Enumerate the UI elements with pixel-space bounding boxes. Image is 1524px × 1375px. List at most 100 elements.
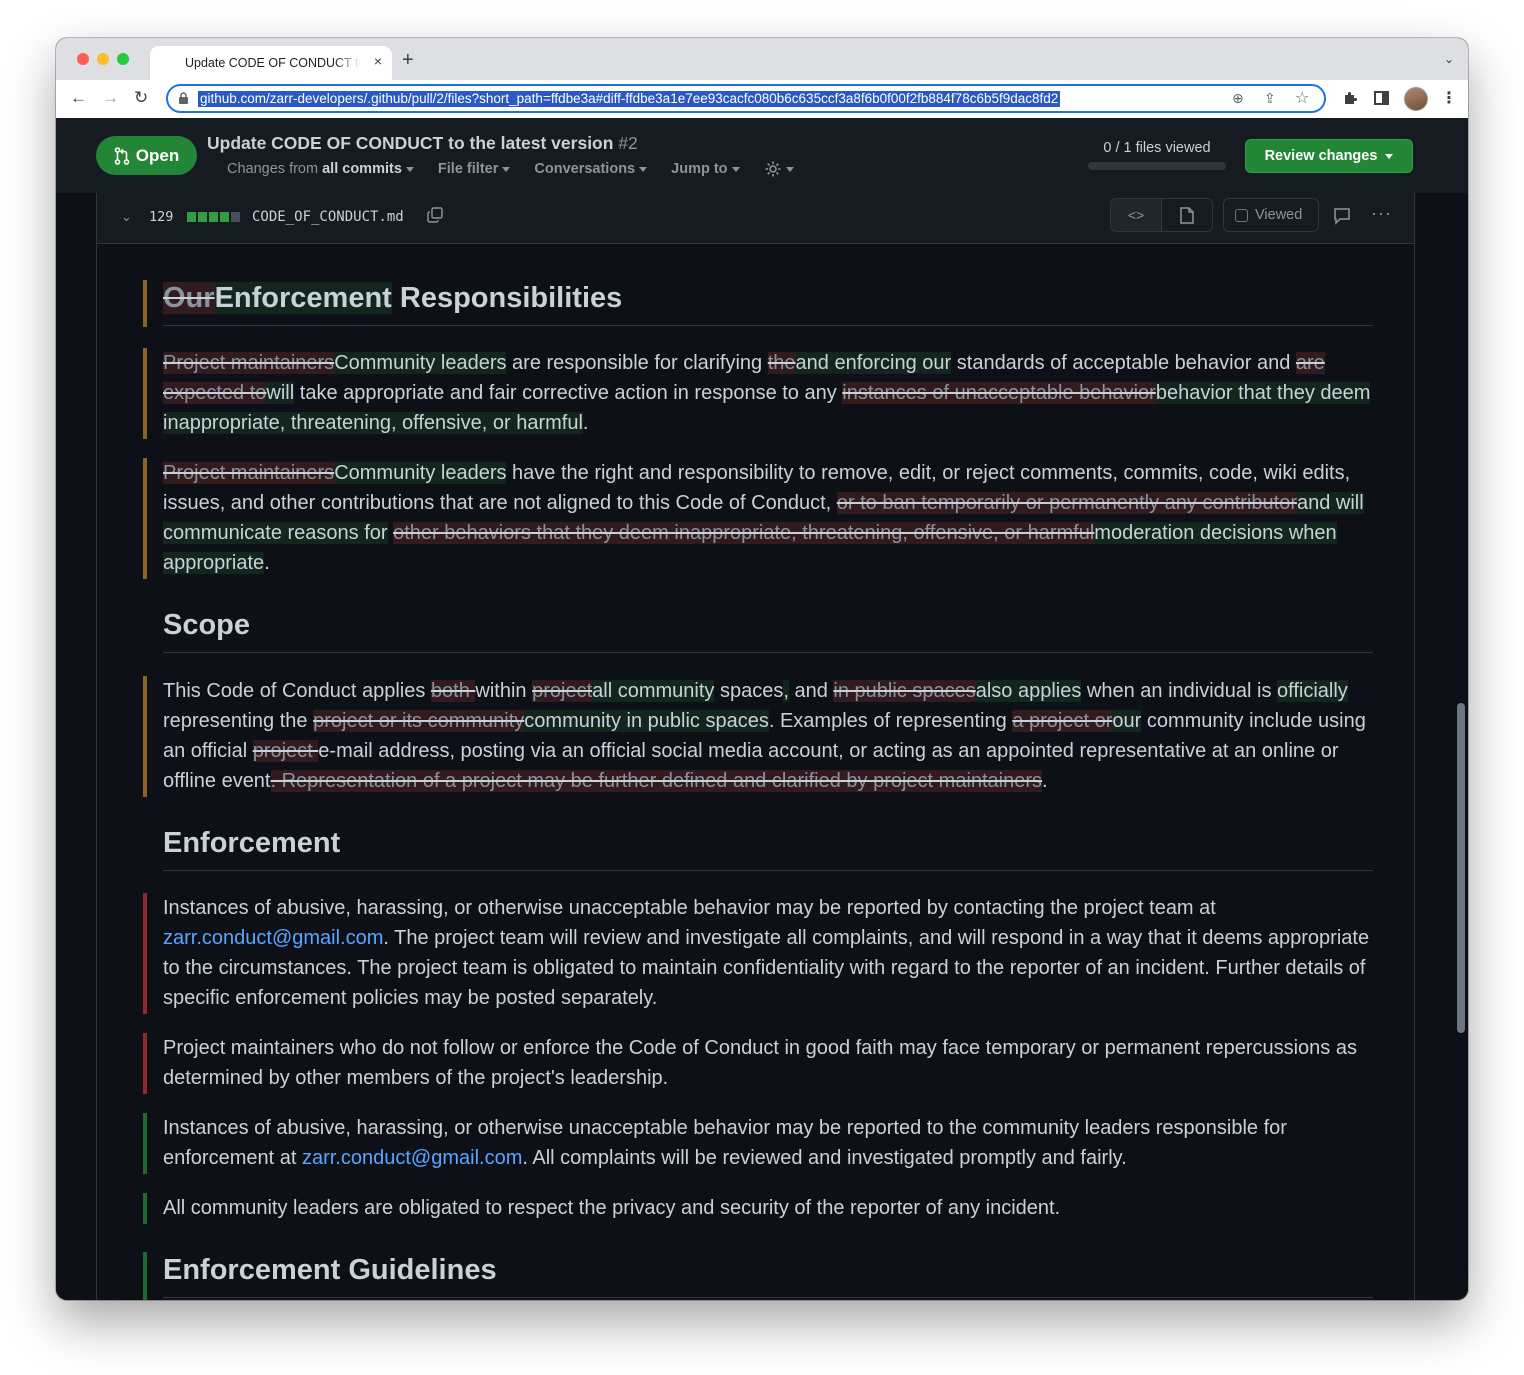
email-link[interactable]: zarr.conduct@gmail.com (163, 927, 383, 949)
paragraph-text: This Code of Conduct applies both within… (163, 676, 1373, 796)
reload-icon[interactable]: ↻ (134, 88, 148, 108)
page-scrollbar[interactable] (1457, 703, 1465, 1033)
chevron-down-icon (639, 166, 648, 172)
files-changed-content: ⌄ 129 CODE_OF_CONDUCT.md <> Viewed ··· O… (56, 193, 1468, 1300)
heading-scope: Scope (163, 607, 1373, 653)
rich-diff-button[interactable] (1162, 199, 1212, 231)
diff-settings-dropdown[interactable] (764, 161, 794, 177)
diff-changes-count: 129 (149, 209, 174, 225)
pr-number: #2 (618, 133, 638, 153)
unchanged-text: . (1042, 770, 1048, 792)
profile-avatar[interactable] (1404, 87, 1428, 111)
bookmark-star-icon[interactable]: ☆ (1295, 88, 1309, 108)
diff-paragraph-enforcement-new-2: All community leaders are obligated to r… (143, 1193, 1373, 1224)
file-filter-dropdown[interactable]: File filter (437, 160, 511, 177)
chevron-down-icon (1385, 153, 1394, 159)
extensions-puzzle-icon[interactable] (1342, 90, 1358, 106)
copy-icon[interactable] (427, 207, 443, 223)
heading-enforcement-guidelines: Enforcement Guidelines (163, 1252, 1373, 1298)
added-text: Community leaders (334, 352, 507, 374)
added-text: also applies (975, 680, 1082, 702)
share-icon[interactable]: ⇪ (1264, 90, 1276, 107)
deleted-text: instances of unacceptable behavior (842, 382, 1156, 404)
browser-tab-active[interactable]: Update CODE OF CONDUCT to the latest ver… (150, 46, 392, 80)
deleted-text: in public spaces (833, 680, 976, 702)
deleted-text: a project or (1012, 710, 1113, 732)
pr-sticky-header: Open Update CODE OF CONDUCT to the lates… (56, 118, 1468, 194)
url-text[interactable]: github.com/zarr-developers/.github/pull/… (198, 91, 1061, 107)
review-changes-button[interactable]: Review changes (1245, 139, 1413, 173)
tab-search-icon[interactable]: ⌄ (1444, 52, 1454, 66)
deleted-text: project (252, 740, 319, 762)
new-tab-button[interactable]: + (402, 50, 414, 70)
pr-title[interactable]: Update CODE OF CONDUCT to the latest ver… (207, 133, 638, 154)
heading-responsibilities: OurEnforcement Responsibilities (163, 280, 1373, 326)
collapse-chevron-icon[interactable]: ⌄ (121, 209, 132, 225)
unchanged-text: Responsibilities (391, 282, 623, 314)
unchanged-text: take appropriate and fair corrective act… (294, 382, 843, 404)
email-link[interactable]: zarr.conduct@gmail.com (302, 1147, 522, 1169)
added-paragraph-text: . All complaints will be reviewed and in… (522, 1147, 1127, 1169)
added-text: community in public spaces (524, 710, 769, 732)
added-text: officially (1277, 680, 1348, 702)
conversations-dropdown[interactable]: Conversations (534, 160, 648, 177)
source-diff-button[interactable]: <> (1111, 199, 1162, 231)
deleted-text: or to ban temporarily or permanently any… (836, 492, 1297, 514)
unchanged-text: . Examples of representing (768, 710, 1013, 732)
diff-heading-enforcement-guidelines: Enforcement Guidelines (143, 1252, 1373, 1300)
added-text: and enforcing our (795, 352, 952, 374)
deleted-text: Project maintainers (163, 352, 335, 374)
maximize-window-button[interactable] (117, 53, 129, 65)
side-panel-icon[interactable] (1374, 91, 1389, 105)
diff-paragraph-scope: This Code of Conduct applies both within… (143, 676, 1373, 797)
viewed-checkbox-button[interactable]: Viewed (1223, 198, 1319, 232)
back-icon[interactable]: ← (70, 88, 87, 108)
paragraph-text: All community leaders are obligated to r… (163, 1197, 1061, 1219)
changes-from-dropdown[interactable]: Changes from all commits (227, 161, 414, 177)
chevron-down-icon (502, 166, 511, 172)
browser-menu-icon[interactable]: ⋮ (1441, 88, 1457, 108)
conversations-label: Conversations (534, 160, 636, 177)
deleted-text: Our (163, 282, 215, 314)
diff-heading-enforcement: Enforcement (143, 825, 1373, 872)
tab-close-icon[interactable]: × (374, 53, 382, 69)
close-window-button[interactable] (77, 53, 89, 65)
pr-state-badge: Open (96, 136, 197, 175)
comment-icon[interactable] (1333, 207, 1351, 225)
diff-file-name[interactable]: CODE_OF_CONDUCT.md (252, 209, 404, 225)
paragraph-text: Project maintainersCommunity leaders hav… (163, 458, 1373, 578)
forward-icon[interactable]: → (102, 88, 119, 108)
unchanged-text: spaces (714, 680, 784, 702)
added-text: our (1112, 710, 1142, 732)
git-pull-request-icon (114, 146, 130, 165)
more-options-icon[interactable]: ··· (1371, 203, 1392, 224)
diff-paragraph-enforcement-new-1: Instances of abusive, harassing, or othe… (143, 1113, 1373, 1174)
added-text: all community (592, 680, 715, 702)
deleted-text: project (532, 680, 593, 702)
diffstat-blocks (187, 212, 240, 222)
tab-title: Update CODE OF CONDUCT to the latest ver… (185, 56, 361, 70)
deleted-text: . Representation of a project may be fur… (270, 770, 1043, 792)
address-bar[interactable]: github.com/zarr-developers/.github/pull/… (166, 84, 1326, 113)
diff-paragraph-enforcement-old-1: Instances of abusive, harassing, or othe… (143, 893, 1373, 1014)
diff-view-toggle: <> (1110, 198, 1213, 232)
paragraph-text: Instances of abusive, harassing, or othe… (163, 893, 1373, 1013)
unchanged-text: are responsible for clarifying (506, 352, 768, 374)
jump-to-dropdown[interactable]: Jump to (671, 161, 740, 177)
pr-title-text: Update CODE OF CONDUCT to the latest ver… (207, 133, 614, 153)
pr-toolbar-menus: Changes from all commits File filter Con… (227, 160, 814, 178)
diff-heading-responsibilities: OurEnforcement Responsibilities (143, 280, 1373, 327)
file-filter-label: File filter (437, 160, 499, 177)
unchanged-text: standards of acceptable behavior and (951, 352, 1296, 374)
unchanged-text: when an individual is (1081, 680, 1278, 702)
viewed-label: Viewed (1255, 207, 1303, 223)
chevron-down-icon (405, 166, 414, 172)
diff-paragraph-responsibilities-2: Project maintainersCommunity leaders hav… (143, 458, 1373, 579)
added-text: will (266, 382, 295, 404)
unchanged-text: This Code of Conduct applies (163, 680, 431, 702)
paragraph-text: Instances of abusive, harassing, or othe… (163, 1113, 1373, 1173)
viewed-checkbox[interactable] (1235, 208, 1248, 222)
unchanged-text: representing the (163, 710, 314, 732)
minimize-window-button[interactable] (97, 53, 109, 65)
zoom-icon[interactable]: ⊕ (1232, 90, 1244, 107)
